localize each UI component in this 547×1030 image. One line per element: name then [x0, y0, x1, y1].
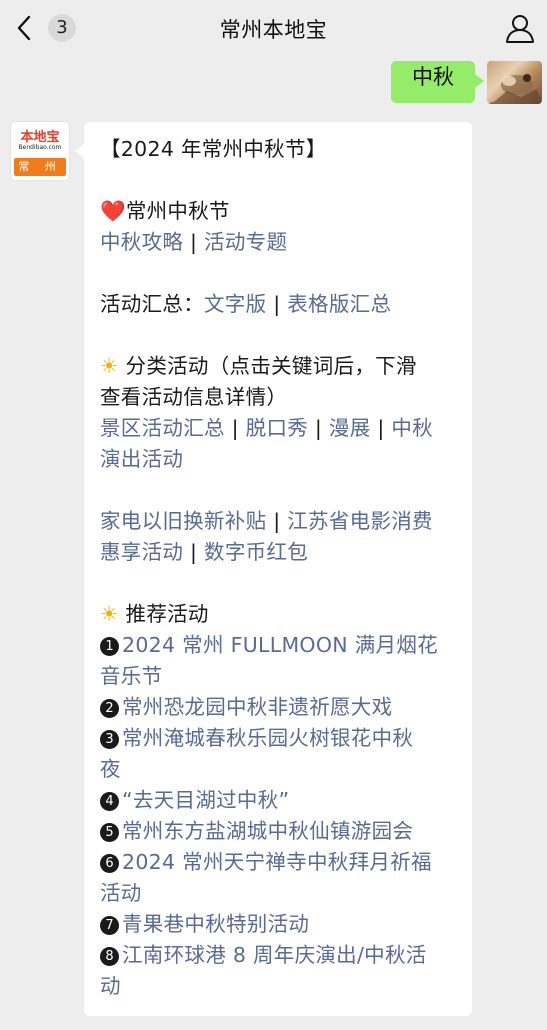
link-recommended-8[interactable]: 江南环球港 8 周年庆演出/中秋活	[122, 943, 427, 967]
outgoing-message-bubble[interactable]: 中秋	[391, 61, 484, 103]
section-title-categories: ☀ 分类活动（点击关键词后，下滑	[100, 354, 417, 378]
link-recommended-5[interactable]: 常州东方盐湖城中秋仙镇游园会	[122, 819, 413, 843]
heart-icon: ❤️	[100, 199, 126, 223]
recommended-item: 3 常州淹城春秋乐园火树银花中秋	[100, 723, 460, 754]
recommended-item-cont: 活动	[100, 878, 460, 909]
link-talk-show[interactable]: 脱口秀	[246, 416, 308, 440]
link-mid-autumn-shows-cont[interactable]: 演出活动	[100, 447, 183, 471]
brand-logo-text: 本地宝	[20, 130, 60, 145]
recommended-item-cont: 夜	[100, 754, 460, 785]
link-table-summary[interactable]: 表格版汇总	[287, 292, 391, 316]
link-recommended-3[interactable]: 常州淹城春秋乐园火树银花中秋	[122, 726, 413, 750]
link-event-topic[interactable]: 活动专题	[204, 230, 287, 254]
link-recommended-3-cont[interactable]: 夜	[100, 757, 121, 781]
number-badge: 8	[100, 947, 119, 966]
number-badge: 1	[100, 637, 119, 656]
top-bar: 3 常州本地宝	[0, 0, 547, 56]
link-recommended-1[interactable]: 2024 常州 FULLMOON 满月烟花	[122, 633, 438, 657]
link-recommended-6[interactable]: 2024 常州天宁禅寺中秋拜月祈福	[122, 850, 432, 874]
section-title-categories-cont: 查看活动信息详情）	[100, 385, 288, 409]
official-account-avatar[interactable]: 本地宝 Bendibao.com 常 州	[11, 122, 69, 180]
guide-links-row: 中秋攻略 | 活动专题	[100, 230, 288, 254]
recommended-item: 8 江南环球港 8 周年庆演出/中秋活	[100, 940, 460, 971]
person-icon	[506, 15, 534, 43]
number-badge: 2	[100, 699, 119, 718]
link-digital-red-packet[interactable]: 数字币红包	[204, 540, 308, 564]
recommended-item: 4 “去天目湖过中秋”	[100, 785, 460, 816]
link-jiangsu-movie-cont[interactable]: 惠享活动	[100, 540, 183, 564]
chat-title: 常州本地宝	[219, 18, 328, 42]
sun-icon: ☀	[100, 602, 119, 626]
link-scenic-events[interactable]: 景区活动汇总	[100, 416, 225, 440]
link-recommended-6-cont[interactable]: 活动	[100, 881, 142, 905]
number-badge: 3	[100, 730, 119, 749]
my-avatar[interactable]	[487, 61, 542, 104]
summary-row: 活动汇总：文字版 | 表格版汇总	[100, 292, 392, 316]
category-links-row: 景区活动汇总 | 脱口秀 | 漫展 | 中秋	[100, 416, 433, 440]
link-jiangsu-movie[interactable]: 江苏省电影消费	[287, 509, 433, 533]
section-title-recommended: ☀ 推荐活动	[100, 602, 209, 626]
extra-links-row: 家电以旧换新补贴 | 江苏省电影消费	[100, 509, 433, 533]
link-mid-autumn-guide[interactable]: 中秋攻略	[100, 230, 183, 254]
recommended-item: 5 常州东方盐湖城中秋仙镇游园会	[100, 816, 460, 847]
number-badge: 5	[100, 823, 119, 842]
recommended-item: 7 青果巷中秋特别活动	[100, 909, 460, 940]
link-text-version[interactable]: 文字版	[204, 292, 266, 316]
recommended-item: 1 2024 常州 FULLMOON 满月烟花	[100, 630, 460, 661]
number-badge: 4	[100, 792, 119, 811]
link-recommended-7[interactable]: 青果巷中秋特别活动	[122, 912, 309, 936]
link-recommended-4[interactable]: “去天目湖过中秋”	[122, 788, 289, 812]
profile-button[interactable]	[504, 12, 536, 44]
link-recommended-8-cont[interactable]: 动	[100, 974, 121, 998]
recommended-item: 6 2024 常州天宁禅寺中秋拜月祈福	[100, 847, 460, 878]
category-links-row-cont: 演出活动	[100, 444, 460, 475]
recommended-item-cont: 动	[100, 971, 460, 1002]
sun-icon: ☀	[100, 354, 119, 378]
brand-city-tag: 常 州	[14, 158, 66, 176]
brand-domain: Bendibao.com	[18, 144, 62, 151]
extra-links-row-cont: 惠享活动 | 数字币红包	[100, 540, 309, 564]
incoming-message-bubble: 【2024 年常州中秋节】 ❤️常州中秋节 中秋攻略 | 活动专题 活动汇总：文…	[75, 122, 472, 1016]
link-mid-autumn-shows[interactable]: 中秋	[391, 416, 433, 440]
link-recommended-2[interactable]: 常州恐龙园中秋非遗祈愿大戏	[122, 695, 392, 719]
section-title-mid-autumn: ❤️常州中秋节	[100, 199, 230, 223]
message-content: 【2024 年常州中秋节】 ❤️常州中秋节 中秋攻略 | 活动专题 活动汇总：文…	[100, 134, 460, 1002]
bird-photo-icon	[487, 74, 542, 104]
number-badge: 6	[100, 854, 119, 873]
link-comic-expo[interactable]: 漫展	[329, 416, 371, 440]
recommended-item: 2 常州恐龙园中秋非遗祈愿大戏	[100, 692, 460, 723]
link-appliance-subsidy[interactable]: 家电以旧换新补贴	[100, 509, 266, 533]
recommended-item-cont: 音乐节	[100, 661, 460, 692]
link-recommended-1-cont[interactable]: 音乐节	[100, 664, 162, 688]
message-heading: 【2024 年常州中秋节】	[100, 137, 327, 161]
number-badge: 7	[100, 916, 119, 935]
